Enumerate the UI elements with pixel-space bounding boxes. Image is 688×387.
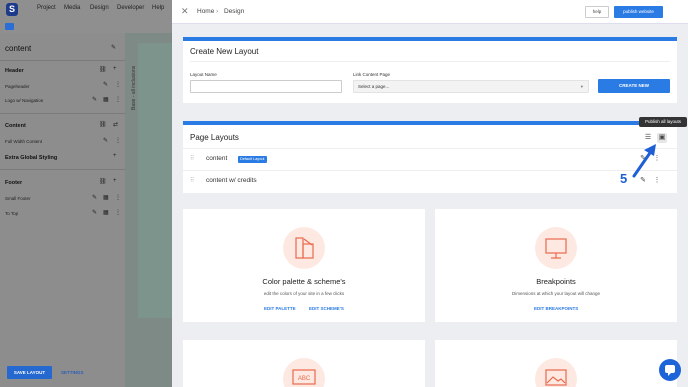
grid-icon[interactable]: ▦ xyxy=(103,96,109,103)
chevron-right-icon: › xyxy=(216,8,219,15)
nav-design[interactable]: Design xyxy=(90,5,109,11)
canvas-page xyxy=(138,43,172,318)
divider xyxy=(190,61,670,62)
typography-icon: ABC xyxy=(283,358,325,387)
section-header: Header xyxy=(5,68,24,74)
publish-website-button[interactable]: publish website xyxy=(614,6,663,18)
save-layout-button[interactable]: SAVE LAYOUT xyxy=(7,366,52,379)
edit-pencil-icon[interactable]: ✎ xyxy=(92,96,97,103)
tile-description: Dimensions at which your layout will cha… xyxy=(511,291,601,296)
more-icon[interactable]: ⋮ xyxy=(115,96,121,103)
add-icon[interactable]: + xyxy=(113,66,117,72)
more-icon[interactable]: ⋮ xyxy=(115,81,121,88)
layout-name-input[interactable] xyxy=(190,80,342,93)
tile-description: edit the colors of your site in a few cl… xyxy=(263,291,345,296)
close-icon[interactable]: ✕ xyxy=(181,6,189,17)
row-full-width-content[interactable]: Full Width Content xyxy=(5,139,42,144)
edit-pencil-icon[interactable]: ✎ xyxy=(103,81,108,88)
link-icon[interactable]: ⛓ xyxy=(99,121,107,128)
tile-title: Color palette & scheme's xyxy=(262,277,346,286)
chevron-down-icon: ▾ xyxy=(580,84,583,89)
drag-handle-icon[interactable]: ⠿ xyxy=(190,177,194,184)
divider xyxy=(0,169,125,170)
row-logo-navigation[interactable]: Logo w/ Navigation xyxy=(5,98,43,103)
section-footer: Footer xyxy=(5,180,23,186)
nav-developer[interactable]: Developer xyxy=(117,5,144,11)
create-layout-card: Create New Layout Layout Name Link Conte… xyxy=(183,37,677,103)
add-icon[interactable]: + xyxy=(113,153,117,159)
edit-pencil-icon[interactable]: ✎ xyxy=(92,194,97,201)
select-value: Select a page... xyxy=(358,84,390,89)
palette-icon xyxy=(283,227,325,269)
swap-icon[interactable]: ⇄ xyxy=(113,121,118,128)
more-icon[interactable]: ⋮ xyxy=(115,137,121,144)
section-content: Content xyxy=(5,123,26,129)
breadcrumb-design: Design xyxy=(224,8,245,15)
tile-title: Breakpoints xyxy=(536,277,576,286)
settings-link[interactable]: SETTINGS xyxy=(61,370,84,375)
divider xyxy=(183,148,677,149)
overlay-header: ✕ Home › Design help publish website xyxy=(172,0,688,24)
divider xyxy=(183,170,677,171)
nav-media[interactable]: Media xyxy=(64,5,80,11)
row-to-top[interactable]: To Top xyxy=(5,211,18,216)
more-icon[interactable]: ⋮ xyxy=(115,194,121,201)
publish-all-tooltip: Publish all layouts xyxy=(639,117,687,127)
edit-pencil-icon[interactable]: ✎ xyxy=(103,137,108,144)
edit-palette-link[interactable]: EDIT PALETTE xyxy=(264,306,296,311)
editor-panel: S Project Media Design Developer Help Ba… xyxy=(0,0,172,387)
more-icon[interactable]: ⋮ xyxy=(115,209,121,216)
breakpoints-tile: Breakpoints Dimensions at which your lay… xyxy=(435,209,677,322)
page-layouts-title: Page Layouts xyxy=(190,133,239,142)
help-button[interactable]: help xyxy=(585,6,609,18)
color-palette-tile: Color palette & scheme's edit the colors… xyxy=(183,209,425,322)
edit-pencil-icon[interactable]: ✎ xyxy=(111,44,116,51)
create-new-button[interactable]: CREATE NEW xyxy=(598,79,670,93)
add-icon[interactable]: + xyxy=(113,178,117,184)
chat-icon[interactable] xyxy=(659,359,681,381)
layout-row-name[interactable]: content w/ credits xyxy=(206,177,257,184)
link-icon[interactable]: ⛓ xyxy=(99,178,107,185)
default-layout-badge: Default Layout xyxy=(238,156,267,163)
divider xyxy=(0,113,125,114)
annotation-arrow-icon xyxy=(632,144,656,178)
design-overlay: ✕ Home › Design help publish website Cre… xyxy=(172,0,688,387)
top-nav: S Project Media Design Developer Help xyxy=(0,0,172,33)
nav-help[interactable]: Help xyxy=(152,5,164,11)
create-layout-title: Create New Layout xyxy=(190,47,259,56)
edit-breakpoints-link[interactable]: EDIT BREAKPOINTS xyxy=(534,306,578,311)
breadcrumb-home[interactable]: Home xyxy=(197,8,214,15)
layout-name-label: Layout Name xyxy=(190,72,217,77)
images-tile xyxy=(435,340,677,387)
grid-icon[interactable]: ▦ xyxy=(103,194,109,201)
drag-handle-icon[interactable]: ⠿ xyxy=(190,155,194,162)
typography-tile: ABC xyxy=(183,340,425,387)
divider xyxy=(0,60,125,61)
link-content-page-label: Link Content Page xyxy=(353,72,391,77)
monitor-icon xyxy=(535,227,577,269)
link-icon[interactable]: ⛓ xyxy=(99,66,107,73)
image-icon xyxy=(535,358,577,387)
grid-icon[interactable]: ▦ xyxy=(103,209,109,216)
annotation-number: 5 xyxy=(620,171,628,186)
app-logo[interactable]: S xyxy=(6,3,18,16)
edit-schemes-link[interactable]: EDIT SCHEME'S xyxy=(309,306,344,311)
row-small-footer[interactable]: Small Footer xyxy=(5,196,31,201)
row-pageheader[interactable]: Pageheader xyxy=(5,84,30,89)
layout-row-name[interactable]: content xyxy=(206,155,227,162)
panel-title: content xyxy=(5,44,32,53)
nav-project[interactable]: Project xyxy=(37,5,56,11)
section-extra-styling: Extra Global Styling xyxy=(5,155,58,161)
link-content-page-select[interactable]: Select a page... ▾ xyxy=(353,80,589,93)
edit-pencil-icon[interactable]: ✎ xyxy=(92,209,97,216)
canvas-label: Base - all inclusions xyxy=(131,65,137,110)
monitor-icon[interactable] xyxy=(5,23,14,30)
svg-text:ABC: ABC xyxy=(298,376,311,382)
